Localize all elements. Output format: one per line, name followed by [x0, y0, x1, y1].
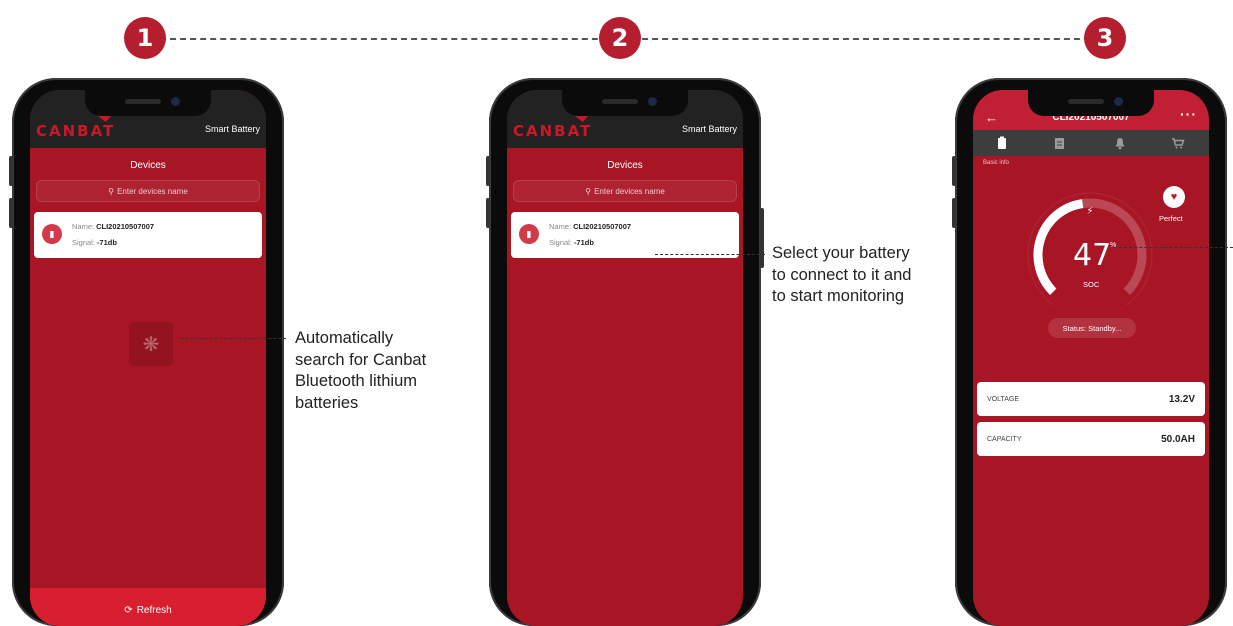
soc-value: 47	[1073, 238, 1112, 273]
device-signal-value: -71db	[96, 238, 117, 247]
devices-title: Devices	[130, 160, 166, 171]
device-name-label: Name:	[549, 222, 572, 231]
capacity-row: CAPACITY 50.0AH	[977, 422, 1205, 456]
device-card[interactable]: ▮ Name: CLI20210507007 Signal: -71db	[34, 212, 262, 258]
battery-detail-screen: ← CLI20210507007 ··· Basic info ♥ Perfec…	[973, 90, 1209, 626]
phone-step-1: CANBAT Smart Battery Devices ⚲ Enter dev…	[9, 78, 284, 626]
devices-screen-1: CANBAT Smart Battery Devices ⚲ Enter dev…	[30, 90, 266, 626]
health-status: Perfect	[1159, 214, 1183, 223]
status-badge: Status: Standby...	[1048, 318, 1136, 338]
device-name-label: Name:	[72, 222, 95, 231]
voltage-row: VOLTAGE 13.2V	[977, 382, 1205, 416]
header-title: Smart Battery	[681, 124, 737, 134]
annotation-pointer-3	[1114, 247, 1233, 248]
devices-title: Devices	[607, 160, 643, 171]
loading-spinner-icon: ❋	[129, 322, 173, 366]
health-heart-icon: ♥	[1163, 186, 1185, 208]
more-options-icon[interactable]: ···	[1180, 106, 1197, 122]
device-signal-label: Signal:	[549, 238, 572, 247]
annotation-pointer-1	[180, 338, 286, 339]
device-name-value: CLI20210507007	[573, 222, 632, 231]
annotation-pointer-2	[655, 254, 765, 255]
step-3-badge: 3	[1084, 17, 1126, 59]
annotation-step-2: Select your battery to connect to it and…	[772, 244, 912, 305]
tab-report-icon[interactable]	[1053, 136, 1067, 150]
device-search-input[interactable]: ⚲ Enter devices name	[36, 180, 260, 202]
devices-screen-2: CANBAT Smart Battery Devices ⚲ Enter dev…	[507, 90, 743, 626]
tab-basic-info-label: Basic info	[983, 160, 1010, 166]
voltage-value: 13.2V	[1168, 393, 1195, 405]
device-card[interactable]: ▮ Name: CLI20210507007 Signal: -71db	[511, 212, 739, 258]
phone-step-3: ← CLI20210507007 ··· Basic info ♥ Perfec…	[952, 78, 1227, 626]
battery-icon: ▮	[519, 224, 539, 244]
canbat-logo: CANBAT	[513, 122, 593, 140]
search-placeholder: Enter devices name	[594, 186, 665, 196]
device-search-input[interactable]: ⚲ Enter devices name	[513, 180, 737, 202]
detail-tabs	[973, 130, 1209, 156]
annotation-step-1: Automatically search for Canbat Bluetoot…	[295, 329, 427, 412]
charging-bolt-icon: ⚡	[1086, 206, 1093, 217]
device-signal-label: Signal:	[72, 238, 95, 247]
soc-label: SOC	[1083, 280, 1100, 289]
search-placeholder: Enter devices name	[117, 186, 188, 196]
capacity-label: CAPACITY	[987, 435, 1022, 443]
refresh-label: Refresh	[136, 604, 172, 616]
tab-alerts-bell-icon[interactable]	[1113, 136, 1127, 150]
search-icon: ⚲	[585, 186, 592, 196]
capacity-value: 50.0AH	[1161, 433, 1195, 445]
device-signal-value: -71db	[573, 238, 594, 247]
tab-shop-cart-icon[interactable]	[1171, 136, 1185, 150]
refresh-icon: ⟳	[124, 604, 133, 616]
voltage-label: VOLTAGE	[987, 395, 1020, 403]
device-name-value: CLI20210507007	[96, 222, 155, 231]
step-2-badge: 2	[599, 17, 641, 59]
canbat-logo: CANBAT	[36, 122, 116, 140]
search-icon: ⚲	[108, 186, 115, 196]
refresh-button[interactable]: ⟳ Refresh	[30, 588, 266, 626]
battery-icon: ▮	[42, 224, 62, 244]
phone-step-2: CANBAT Smart Battery Devices ⚲ Enter dev…	[486, 78, 764, 626]
header-title: Smart Battery	[204, 124, 260, 134]
step-1-badge: 1	[124, 17, 166, 59]
tab-basic-info-battery-icon[interactable]	[995, 136, 1009, 150]
